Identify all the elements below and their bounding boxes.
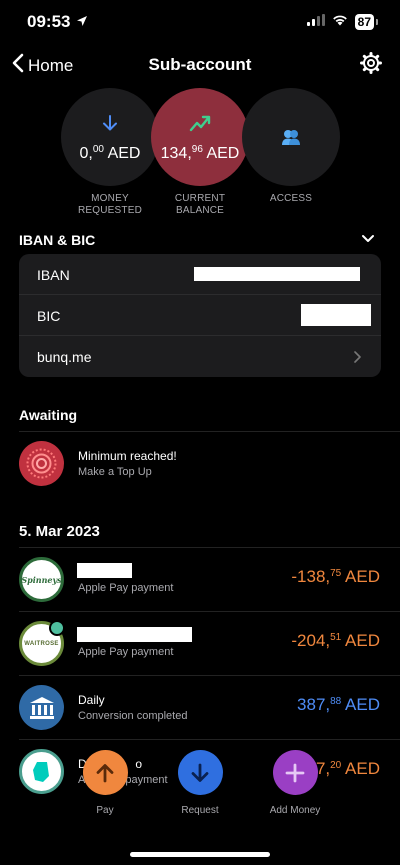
current-balance-circle[interactable]: 134,96 AED	[151, 88, 249, 186]
transactions-date: 5. Mar 2023	[19, 523, 100, 540]
bic-row[interactable]: BIC	[19, 295, 381, 336]
settings-gear-icon[interactable]	[360, 52, 382, 79]
pay-button[interactable]: Pay	[60, 750, 150, 816]
add-money-button[interactable]: Add Money	[250, 750, 340, 816]
navigation-bar: Home Sub-account	[0, 50, 400, 80]
wifi-icon	[332, 13, 348, 31]
transaction-amount: -204,51 AED	[291, 631, 380, 650]
transaction-amount: 387,88 AED	[297, 695, 380, 714]
awaiting-item-subtitle: Make a Top Up	[78, 466, 152, 478]
arrow-down-icon	[177, 750, 223, 795]
iban-row[interactable]: IBAN	[19, 254, 381, 295]
transaction-title: Daily	[78, 693, 105, 707]
chevron-right-icon	[353, 350, 361, 368]
bunqme-label: bunq.me	[37, 349, 92, 365]
iban-section-title: IBAN & BIC	[19, 232, 96, 248]
transaction-subtitle: Apple Pay payment	[78, 646, 174, 658]
current-balance-label: CURRENT BALANCE	[174, 193, 226, 216]
access-circle[interactable]	[242, 88, 340, 186]
current-balance-amount: 134,96 AED	[160, 143, 240, 162]
home-indicator[interactable]	[130, 852, 270, 857]
status-badge	[49, 620, 65, 636]
users-icon	[281, 126, 301, 148]
chevron-down-icon[interactable]	[361, 231, 375, 249]
iban-label: IBAN	[37, 267, 70, 283]
waitrose-logo: WAITROSE	[19, 620, 65, 666]
bic-label: BIC	[37, 308, 61, 324]
awaiting-section-title: Awaiting	[19, 407, 78, 423]
bunqme-row[interactable]: bunq.me	[19, 336, 381, 377]
status-bar: 09:53 87	[0, 0, 400, 44]
awaiting-item-title: Minimum reached!	[78, 449, 177, 463]
transaction-row[interactable]: Daily Conversion completed 387,88 AED	[19, 675, 400, 738]
transaction-row[interactable]: Spinneys Apple Pay payment -138,75 AED	[19, 547, 400, 610]
account-summary: 0,00 AED 134,96 AED	[0, 88, 400, 188]
trending-up-icon	[189, 112, 211, 134]
access-label: ACCESS	[269, 193, 313, 204]
location-arrow-icon	[76, 14, 88, 32]
transaction-amount: -138,75 AED	[291, 567, 380, 586]
plus-icon	[272, 750, 318, 795]
spinneys-logo: Spinneys	[19, 557, 64, 602]
awaiting-item[interactable]: Minimum reached! Make a Top Up	[19, 431, 400, 494]
money-requested-amount: 0,00 AED	[79, 143, 141, 162]
bank-icon	[19, 685, 64, 730]
cellular-signal-icon	[306, 13, 325, 31]
money-requested-label: MONEY REQUESTED	[77, 193, 143, 216]
merchant-name-redacted	[77, 627, 192, 642]
transaction-row[interactable]: WAITROSE Apple Pay payment -204,51 AED	[19, 611, 400, 674]
iban-card: IBAN BIC bunq.me	[19, 254, 381, 377]
pay-label: Pay	[96, 805, 114, 816]
add-money-label: Add Money	[269, 805, 321, 816]
bic-value-redacted	[301, 304, 371, 326]
action-bar: Pay Request Add Money	[0, 750, 400, 830]
top-up-target-icon	[19, 441, 64, 486]
arrow-up-icon	[82, 750, 128, 795]
status-time: 09:53	[27, 12, 71, 31]
transaction-subtitle: Apple Pay payment	[78, 582, 174, 594]
arrow-down-icon	[101, 112, 119, 134]
money-requested-circle[interactable]: 0,00 AED	[61, 88, 159, 186]
request-button[interactable]: Request	[155, 750, 245, 816]
transaction-subtitle: Conversion completed	[78, 710, 188, 722]
iban-value-redacted	[194, 267, 360, 281]
battery-indicator: 87	[354, 14, 379, 30]
merchant-name-redacted	[77, 563, 132, 578]
page-title: Sub-account	[148, 55, 252, 74]
request-label: Request	[181, 805, 219, 816]
